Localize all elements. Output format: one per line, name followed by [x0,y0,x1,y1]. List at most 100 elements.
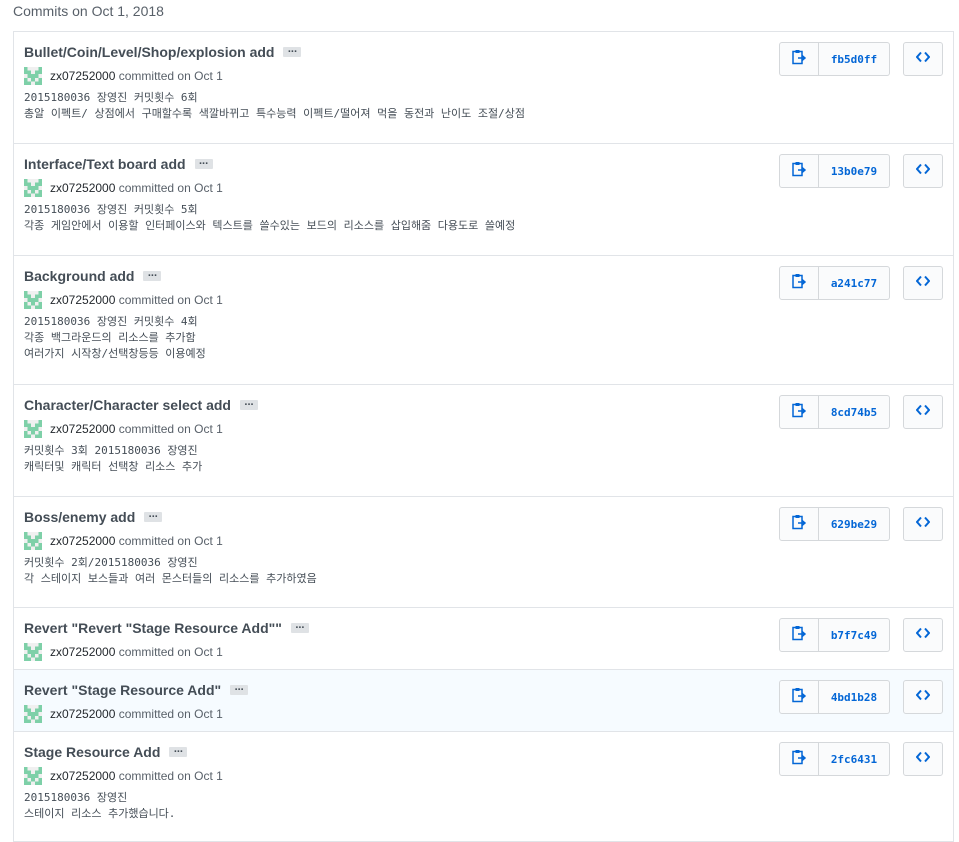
commit-title[interactable]: Bullet/Coin/Level/Shop/explosion add [24,44,274,60]
clippy-icon [792,749,807,770]
commit-sha-link[interactable]: fb5d0ff [819,42,890,76]
avatar[interactable] [24,532,42,550]
copy-sha-button[interactable] [779,742,819,776]
commit-item: Revert "Revert "Stage Resource Add"" ...… [14,608,953,670]
ellipsis-icon[interactable]: ... [144,509,163,522]
commit-action: committed on [118,181,191,195]
avatar[interactable] [24,705,42,723]
clippy-icon [792,514,807,535]
avatar[interactable] [24,67,42,85]
ellipsis-icon[interactable]: ... [290,620,309,633]
commit-date: Oct 1 [194,769,223,783]
commit-sha-link[interactable]: b7f7c49 [819,618,890,652]
commit-title[interactable]: Revert "Revert "Stage Resource Add"" [24,620,282,636]
clippy-icon [792,273,807,294]
commit-item: Stage Resource Add ... zx07252000 commit… [14,732,953,842]
commit-date: Oct 1 [194,534,223,548]
commit-sha-link[interactable]: 2fc6431 [819,742,890,776]
browse-repo-button[interactable] [903,266,943,300]
commit-action: committed on [118,293,191,307]
code-icon [915,515,931,533]
day-header: Commits on Oct 1, 2018 [13,3,164,19]
commit-title[interactable]: Revert "Stage Resource Add" [24,682,221,698]
commit-title[interactable]: Background add [24,268,134,284]
browse-repo-button[interactable] [903,154,943,188]
ellipsis-icon[interactable]: ... [230,682,249,695]
code-icon [915,50,931,68]
commit-date: Oct 1 [194,293,223,307]
clippy-icon [792,687,807,708]
commit-date: Oct 1 [194,422,223,436]
commit-title[interactable]: Character/Character select add [24,397,231,413]
commit-description: 커밋횟수 3회 2015180036 장영진 캐릭터및 캐릭터 선택창 리소스 … [24,444,203,473]
commit-author[interactable]: zx07252000 [50,181,115,195]
commit-title[interactable]: Interface/Text board add [24,156,186,172]
code-icon [915,688,931,706]
code-icon [915,750,931,768]
commit-author[interactable]: zx07252000 [50,707,115,721]
code-icon [915,274,931,292]
browse-repo-button[interactable] [903,680,943,714]
ellipsis-icon[interactable]: ... [240,397,258,410]
ellipsis-icon[interactable]: ... [283,44,302,57]
commit-sha-link[interactable]: 8cd74b5 [819,395,890,429]
browse-repo-button[interactable] [903,507,943,541]
commit-author[interactable]: zx07252000 [50,645,115,659]
avatar[interactable] [24,767,42,785]
avatar[interactable] [24,420,42,438]
commit-author[interactable]: zx07252000 [50,293,115,307]
commit-action: committed on [118,707,191,721]
code-icon [915,403,931,421]
commit-description: 2015180036 장영진 스테이지 리소스 추가했습니다. [24,791,176,820]
commit-item: Interface/Text board add ... zx07252000 … [14,144,953,256]
clippy-icon [792,49,807,70]
browse-repo-button[interactable] [903,395,943,429]
commit-item: Boss/enemy add ... zx07252000 committed … [14,497,953,608]
commit-action: committed on [118,645,191,659]
commit-action: committed on [118,769,191,783]
commit-sha-link[interactable]: 13b0e79 [819,154,890,188]
clippy-icon [792,161,807,182]
ellipsis-icon[interactable]: ... [194,156,213,169]
commit-item: Revert "Stage Resource Add" ... zx072520… [14,670,953,732]
browse-repo-button[interactable] [903,42,943,76]
ellipsis-icon[interactable]: ... [143,268,162,281]
commit-description: 커밋횟수 2회/2015180036 장영진 각 스테이지 보스들과 여러 몬스… [24,556,317,585]
commit-author[interactable]: zx07252000 [50,69,115,83]
commit-author[interactable]: zx07252000 [50,769,115,783]
avatar[interactable] [24,179,42,197]
commit-date: Oct 1 [194,645,223,659]
commit-description: 2015180036 장영진 커밋횟수 5회 각종 게임안에서 이용할 인터페이… [24,203,516,232]
avatar[interactable] [24,291,42,309]
commit-item: Character/Character select add ... zx072… [14,385,953,497]
commit-date: Oct 1 [194,181,223,195]
copy-sha-button[interactable] [779,42,819,76]
copy-sha-button[interactable] [779,618,819,652]
commit-author[interactable]: zx07252000 [50,422,115,436]
commit-date: Oct 1 [194,69,223,83]
commit-sha-link[interactable]: 4bd1b28 [819,680,890,714]
code-icon [915,162,931,180]
ellipsis-icon[interactable]: ... [169,744,188,757]
copy-sha-button[interactable] [779,266,819,300]
avatar[interactable] [24,643,42,661]
commit-action: committed on [118,422,191,436]
clippy-icon [792,625,807,646]
commit-author[interactable]: zx07252000 [50,534,115,548]
commit-title[interactable]: Boss/enemy add [24,509,135,525]
commit-sha-link[interactable]: a241c77 [819,266,890,300]
copy-sha-button[interactable] [779,507,819,541]
commit-action: committed on [118,534,191,548]
commit-sha-link[interactable]: 629be29 [819,507,890,541]
commit-list: Bullet/Coin/Level/Shop/explosion add ...… [13,31,954,842]
commit-item: Bullet/Coin/Level/Shop/explosion add ...… [14,32,953,144]
code-icon [915,626,931,644]
commit-item: Background add ... zx07252000 committed … [14,256,953,385]
copy-sha-button[interactable] [779,154,819,188]
commit-title[interactable]: Stage Resource Add [24,744,160,760]
copy-sha-button[interactable] [779,395,819,429]
copy-sha-button[interactable] [779,680,819,714]
browse-repo-button[interactable] [903,742,943,776]
commit-description: 2015180036 장영진 커밋횟수 4회 각종 백그라운드의 리소스를 추가… [24,315,206,360]
browse-repo-button[interactable] [903,618,943,652]
